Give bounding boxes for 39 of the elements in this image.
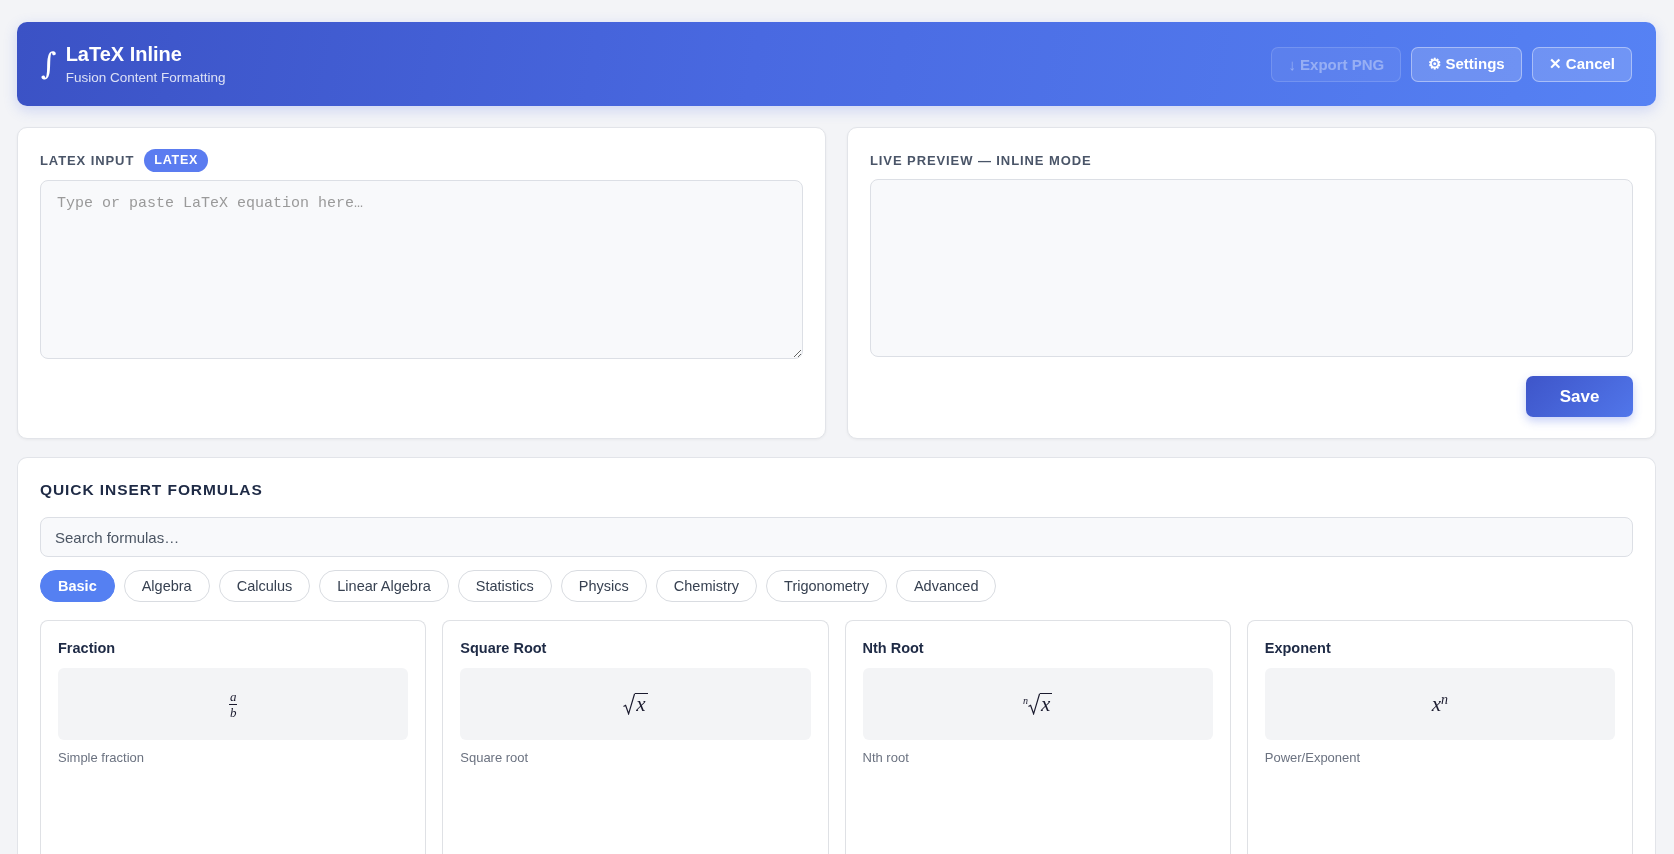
card-description: Square root <box>460 750 529 766</box>
category-tab[interactable]: Linear Algebra <box>319 570 449 602</box>
formula-card[interactable]: Nth Root n x Nth root <box>844 620 1231 854</box>
formula-card[interactable]: Fraction a b Simple fraction <box>40 620 427 854</box>
card-title: Exponent <box>1264 640 1331 657</box>
card-title: Nth Root <box>862 640 924 657</box>
formula-card[interactable]: Square Root x Square root <box>442 620 829 854</box>
category-tab[interactable]: Physics <box>560 570 647 602</box>
latex-editor[interactable]: Type or paste LaTeX equation here… <box>40 180 803 359</box>
radicand: x <box>635 693 648 714</box>
save-button[interactable]: Save <box>1526 376 1633 417</box>
card-description: Nth root <box>862 750 909 766</box>
category-tab[interactable]: Calculus <box>218 570 311 602</box>
category-tab[interactable]: Trigonometry <box>766 570 887 602</box>
integral-logo: ∫ <box>41 47 57 81</box>
root-index: n <box>1022 696 1028 706</box>
fraction-denominator: b <box>229 704 237 719</box>
section-title: QUICK INSERT FORMULAS <box>40 481 263 499</box>
category-tab[interactable]: Algebra <box>123 570 210 602</box>
search-field[interactable]: Search formulas… <box>40 517 1633 557</box>
radical-icon <box>1027 693 1040 715</box>
power-expression: x$^{n}$ <box>1431 692 1449 716</box>
app-subtitle: Fusion Content Formatting <box>65 69 226 86</box>
category-tab[interactable]: Statistics <box>457 570 552 602</box>
panel-label: LIVE PREVIEW — INLINE MODE <box>870 152 1092 168</box>
fraction-numerator: a <box>228 689 238 705</box>
category-tab[interactable]: Advanced <box>895 570 997 602</box>
radicand: x <box>1039 693 1053 714</box>
panel-label: LATEX INPUT <box>40 152 135 168</box>
format-badge: LATEX <box>144 148 209 172</box>
card-title: Square Root <box>460 640 547 657</box>
formula-card[interactable]: Exponent x$^{n}$ Power/Exponent <box>1246 620 1633 854</box>
category-tab[interactable]: Chemistry <box>655 570 758 602</box>
card-description: Simple fraction <box>58 750 144 766</box>
category-tab[interactable]: Basic <box>40 570 115 602</box>
app-title: LaTeX Inline <box>65 42 183 65</box>
card-description: Power/Exponent <box>1264 750 1361 766</box>
radical-icon <box>623 693 636 715</box>
card-title: Fraction <box>58 640 116 657</box>
